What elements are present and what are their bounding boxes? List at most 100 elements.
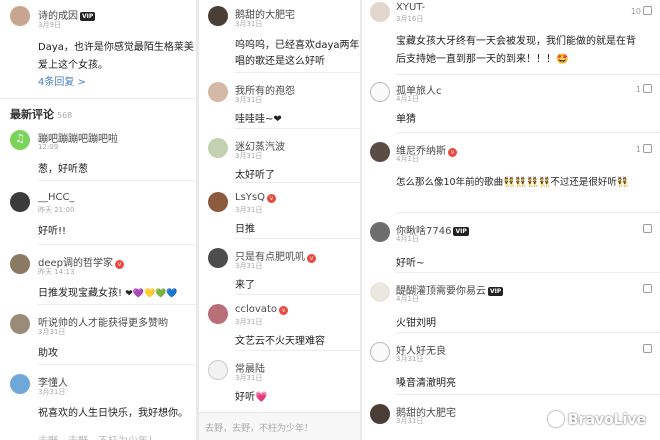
- avatar[interactable]: [370, 222, 390, 242]
- avatar[interactable]: [208, 248, 228, 268]
- timestamp: 昨天 14:13: [38, 268, 75, 276]
- music-note-icon: ♫: [15, 132, 25, 145]
- comment-text: 单猜: [396, 114, 416, 125]
- avatar[interactable]: [370, 282, 390, 302]
- comment-item: 醍醐灌顶需要你易云 VIP 4月1日 火钳刘明: [362, 280, 660, 330]
- comment-text: Daya，也许是你感觉最陌生格莱美: [38, 42, 194, 53]
- comment-text: 好听💗: [235, 392, 268, 403]
- timestamp: 3月31日: [235, 206, 263, 214]
- avatar[interactable]: [370, 404, 390, 424]
- comment-text: 火钳刘明: [396, 318, 436, 329]
- comment-text: 祝喜欢的人生日快乐，我好想你。: [38, 408, 188, 419]
- comment-text: 日推发现宝藏女孩! ❤💜💛💚💙: [38, 288, 178, 299]
- comment-text-line2: 爱上这个女孩。: [38, 60, 108, 71]
- avatar[interactable]: [370, 142, 390, 162]
- wechat-logo-icon: [547, 411, 564, 427]
- avatar[interactable]: [10, 192, 30, 212]
- like-button[interactable]: [641, 344, 652, 354]
- comment-panel-middle: 鹅甜的大肥宅 3月31日 呜呜呜，已经喜欢daya两年了 唱的歌还是这么好听 我…: [199, 0, 360, 440]
- comment-item: cclovato v 3月31日 文艺云不火天理难容: [199, 302, 360, 347]
- username[interactable]: cclovato v: [235, 304, 288, 315]
- avatar[interactable]: [370, 2, 390, 22]
- comment-text: 来了: [235, 280, 255, 291]
- comment-panel-left: 诗的成因 VIP 3月9日 Daya，也许是你感觉最陌生格莱美 爱上这个女孩。 4…: [0, 0, 196, 440]
- comment-item: deep调的哲学家 v 昨天 14:13 日推发现宝藏女孩! ❤💜💛💚💙: [0, 252, 196, 302]
- verified-icon: v: [307, 254, 316, 263]
- comment-item: 我所有的孢怨 3月31日 哇哇哇~❤: [199, 80, 360, 125]
- like-button[interactable]: 10: [631, 6, 652, 16]
- timestamp: 4月1日: [396, 155, 419, 163]
- comment-item: 维尼乔纳斯 v 4月1日 1 怎么那么像10年前的歌曲👯👯👯👯不过还是很好听👯: [362, 140, 660, 206]
- username[interactable]: XYUT-: [396, 2, 425, 13]
- replies-link[interactable]: 4条回复 >: [38, 73, 86, 88]
- vip-badge-icon: VIP: [488, 287, 504, 296]
- comment-item: 鹅甜的大肥宅 3月31日 呜呜呜，已经喜欢daya两年了 唱的歌还是这么好听: [199, 0, 360, 67]
- timestamp: 3月31日: [235, 262, 263, 270]
- avatar[interactable]: [208, 82, 228, 102]
- timestamp: 3月31日: [235, 318, 263, 326]
- timestamp: 4月1日: [396, 95, 419, 103]
- comment-text-line2: 后支持她一直到那一天的到来！！！🤩: [396, 54, 569, 65]
- like-button[interactable]: [641, 284, 652, 294]
- comment-item: 只是有点肥叽叽 v 3月31日 来了: [199, 246, 360, 291]
- comment-text: 好听!!: [38, 226, 67, 237]
- comment-text: 好听~: [396, 258, 425, 269]
- avatar[interactable]: [208, 360, 228, 380]
- comment-input-bar[interactable]: 去野，去野，不枉为少年！: [199, 412, 360, 440]
- comment-text: 日推: [235, 224, 255, 235]
- like-button[interactable]: [641, 224, 652, 234]
- timestamp: 3月31日: [38, 388, 66, 396]
- timestamp: 4月1日: [396, 235, 419, 243]
- verified-icon: v: [115, 260, 124, 269]
- vip-badge-icon: VIP: [453, 227, 469, 236]
- comment-text: 嗓音清澈明亮: [396, 378, 456, 389]
- timestamp: 3月31日: [38, 328, 66, 336]
- comment-text: 呜呜呜，已经喜欢daya两年了: [235, 40, 360, 51]
- timestamp: 3月16日: [396, 15, 424, 23]
- username[interactable]: __HCC_: [38, 192, 74, 203]
- thumbs-up-icon: [643, 344, 652, 353]
- comment-text: 哇哇哇~❤: [235, 114, 282, 125]
- comment-item: 好人好无良 3月31日 嗓音清澈明亮: [362, 340, 660, 392]
- comment-text-line2: 唱的歌还是这么好听: [235, 56, 325, 67]
- avatar[interactable]: ♫: [10, 130, 30, 150]
- avatar[interactable]: [208, 138, 228, 158]
- comment-item: LsYsQ v 3月31日 日推: [199, 190, 360, 235]
- timestamp: 3月31日: [235, 20, 263, 28]
- verified-icon: v: [266, 194, 276, 203]
- timestamp: 3月9日: [38, 21, 61, 29]
- avatar[interactable]: [208, 6, 228, 26]
- comment-item: 听说帅的人才能获得更多赞哟 3月31日 助攻: [0, 312, 196, 362]
- avatar[interactable]: [10, 254, 30, 274]
- comment-text: 文艺云不火天理难容: [235, 336, 325, 347]
- thumbs-up-icon: [643, 6, 652, 15]
- thumbs-up-icon: [643, 84, 652, 93]
- comment-text: 助攻: [38, 348, 58, 359]
- comment-text: 太好听了: [235, 170, 275, 181]
- section-heading: 最新评论 568: [10, 108, 73, 121]
- comment-panel-right: XYUT- 3月16日 10 宝藏女孩大牙终有一天会被发现，我们能做的就是在背 …: [362, 0, 660, 440]
- timestamp: 3月31日: [235, 152, 263, 160]
- avatar[interactable]: [370, 82, 390, 102]
- timestamp: 3月31日: [235, 374, 263, 382]
- timestamp: 3月31日: [396, 417, 424, 425]
- like-button[interactable]: 1: [636, 144, 652, 154]
- username[interactable]: LsYsQ v: [235, 192, 276, 203]
- verified-icon: v: [448, 148, 457, 157]
- avatar[interactable]: [208, 192, 228, 212]
- timestamp: 3月31日: [235, 96, 263, 104]
- thumbs-up-icon: [643, 224, 652, 233]
- avatar[interactable]: [370, 342, 390, 362]
- timestamp: 昨天 21:00: [38, 206, 75, 214]
- like-button[interactable]: 1: [636, 84, 652, 94]
- comment-text: 怎么那么像10年前的歌曲👯👯👯👯不过还是很好听👯: [396, 177, 629, 188]
- thumbs-up-icon: [643, 284, 652, 293]
- avatar[interactable]: [10, 6, 30, 26]
- avatar[interactable]: [10, 314, 30, 334]
- comment-item: ♫ 蹦吧蹦蹦吧蹦吧啦 12:09 葱，好听葱: [0, 128, 196, 178]
- comment-text: 葱，好听葱: [38, 164, 88, 175]
- comment-item: 迷幻蒸汽波 3月31日 太好听了: [199, 136, 360, 181]
- avatar[interactable]: [208, 304, 228, 324]
- avatar[interactable]: [10, 374, 30, 394]
- comment-text: 宝藏女孩大牙终有一天会被发现，我们能做的就是在背: [396, 36, 636, 47]
